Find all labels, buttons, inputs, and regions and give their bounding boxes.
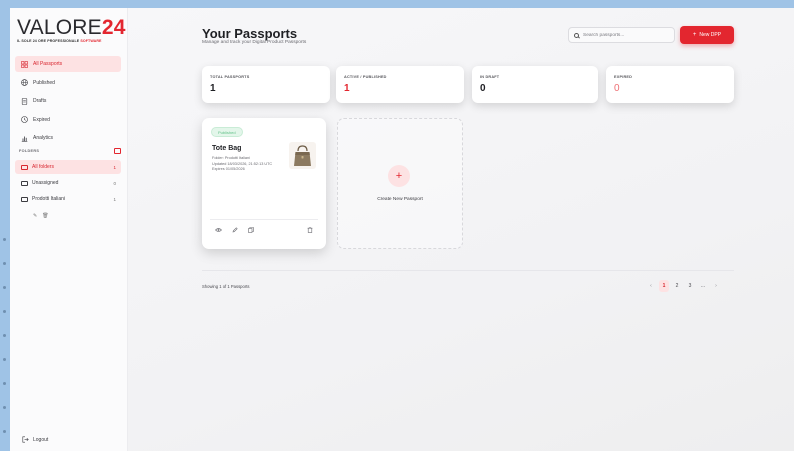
folder-item-all-folders[interactable]: All folders 1	[15, 160, 121, 174]
search-icon	[574, 32, 579, 38]
page-ellipsis: ...	[700, 283, 706, 289]
sidebar-item-published[interactable]: Published	[15, 75, 121, 91]
page-button-3[interactable]: 3	[685, 280, 695, 292]
folders-heading: FOLDERS	[19, 149, 40, 153]
window-frame-left	[0, 0, 10, 451]
sidebar-nav: All Passports Published Drafts Expired A…	[15, 56, 121, 149]
page-title: Your Passports	[202, 26, 298, 41]
main-content: Your Passports Manage and track your Dig…	[128, 8, 794, 451]
sidebar-item-label: Drafts	[33, 98, 47, 104]
logo-accent-text: 24	[101, 16, 126, 39]
sidebar-item-all-passports[interactable]: All Passports	[15, 56, 121, 72]
folder-label: All folders	[32, 164, 54, 170]
card-actions	[215, 227, 254, 235]
plus-icon: +	[388, 165, 410, 187]
folder-item-prodotti-italiani[interactable]: Prodotti Italiani 1	[15, 192, 121, 206]
sidebar-item-label: Published	[33, 79, 55, 86]
sidebar-item-analytics[interactable]: Analytics	[15, 130, 121, 146]
card-divider	[210, 219, 318, 220]
stat-card-total: TOTAL PASSPORTS 1	[202, 66, 330, 103]
logo-main-text: VALORE	[17, 16, 102, 39]
search-input[interactable]	[583, 32, 663, 38]
new-dpp-label: New DPP	[699, 32, 722, 38]
app-window: VALORE24 IL SOLE 24 ORE PROFESSIONALE SO…	[10, 8, 794, 451]
product-expires: Expires 01/05/2026	[212, 167, 245, 172]
duplicate-icon[interactable]	[248, 227, 254, 235]
sidebar-item-drafts[interactable]: Drafts	[15, 93, 121, 109]
stat-label: ACTIVE / PUBLISHED	[344, 75, 387, 79]
sidebar-item-expired[interactable]: Expired	[15, 112, 121, 128]
folder-count: 0	[113, 180, 116, 186]
stat-label: EXPIRED	[614, 75, 633, 79]
next-page-icon[interactable]: ›	[711, 280, 721, 292]
edit-icon[interactable]	[232, 227, 238, 235]
stat-value: 1	[344, 83, 350, 94]
frame-dots	[3, 238, 7, 451]
product-name: Tote Bag	[212, 145, 242, 152]
grid-icon	[21, 60, 28, 68]
add-folder-icon[interactable]	[114, 148, 121, 154]
passport-card[interactable]: Published Tote Bag Folder: Prodotti Ital…	[202, 118, 326, 249]
folder-icon	[21, 196, 28, 202]
delete-icon[interactable]	[307, 227, 313, 235]
folder-list: All folders 1 Unassigned 0 Prodotti Ital…	[15, 160, 121, 208]
logout-button[interactable]: Logout	[22, 436, 48, 443]
clock-icon	[21, 116, 28, 123]
brand-logo[interactable]: VALORE24	[17, 17, 126, 39]
pagination: ‹ 1 2 3 ... ›	[646, 280, 721, 292]
folder-label: Unassigned	[32, 180, 59, 186]
folder-item-unassigned[interactable]: Unassigned 0	[15, 176, 121, 190]
folder-icon	[21, 180, 28, 186]
create-passport-card[interactable]: + Create New Passport	[337, 118, 463, 249]
results-count: Showing 1 of 1 Passports	[202, 284, 250, 289]
page-subtitle: Manage and track your Digital Product Pa…	[202, 40, 307, 45]
document-icon	[21, 97, 28, 105]
stat-label: TOTAL PASSPORTS	[210, 75, 250, 79]
folder-actions: ✎ 🗑︎	[33, 213, 49, 219]
bar-chart-icon	[21, 135, 28, 142]
folder-label: Prodotti Italiani	[32, 196, 66, 202]
sidebar-item-label: Expired	[33, 116, 50, 123]
folders-header: FOLDERS	[19, 148, 121, 154]
prev-page-icon[interactable]: ‹	[646, 280, 656, 292]
sidebar: VALORE24 IL SOLE 24 ORE PROFESSIONALE SO…	[10, 8, 128, 451]
logout-label: Logout	[33, 436, 49, 443]
folder-count: 1	[113, 164, 116, 170]
edit-folder-icon[interactable]: ✎	[33, 213, 37, 219]
sidebar-item-label: Analytics	[33, 135, 54, 141]
stat-label: IN DRAFT	[480, 75, 500, 79]
stat-value: 1	[210, 83, 216, 94]
search-box[interactable]	[568, 27, 675, 43]
globe-icon	[21, 79, 28, 86]
new-dpp-button[interactable]: + New DPP	[680, 26, 734, 44]
tote-bag-image	[294, 145, 311, 166]
logout-icon	[22, 436, 29, 443]
product-thumbnail	[289, 142, 316, 169]
stat-card-draft: IN DRAFT 0	[472, 66, 598, 103]
stat-value: 0	[614, 83, 620, 94]
folder-icon	[21, 164, 28, 170]
stat-value: 0	[480, 83, 486, 94]
product-meta: Folder: Prodotti Italiani Updated 18/03/…	[212, 156, 284, 173]
tagline-main: IL SOLE 24 ORE PROFESSIONALE	[17, 39, 80, 43]
folder-count: 1	[113, 196, 116, 202]
list-divider	[202, 270, 734, 271]
page-button-1[interactable]: 1	[659, 280, 669, 292]
brand-tagline: IL SOLE 24 ORE PROFESSIONALE SOFTWARE	[17, 39, 102, 43]
sidebar-item-label: All Passports	[33, 61, 63, 67]
page-button-2[interactable]: 2	[672, 280, 682, 292]
status-badge: Published	[211, 127, 243, 137]
create-passport-label: Create New Passport	[377, 197, 423, 202]
view-icon[interactable]	[215, 227, 222, 235]
stat-card-active: ACTIVE / PUBLISHED 1	[336, 66, 464, 103]
window-frame-top	[0, 0, 794, 8]
stat-card-expired: EXPIRED 0	[606, 66, 734, 103]
plus-icon: +	[692, 32, 697, 38]
delete-folder-icon[interactable]: 🗑︎	[42, 213, 48, 219]
tagline-accent: SOFTWARE	[80, 39, 102, 43]
